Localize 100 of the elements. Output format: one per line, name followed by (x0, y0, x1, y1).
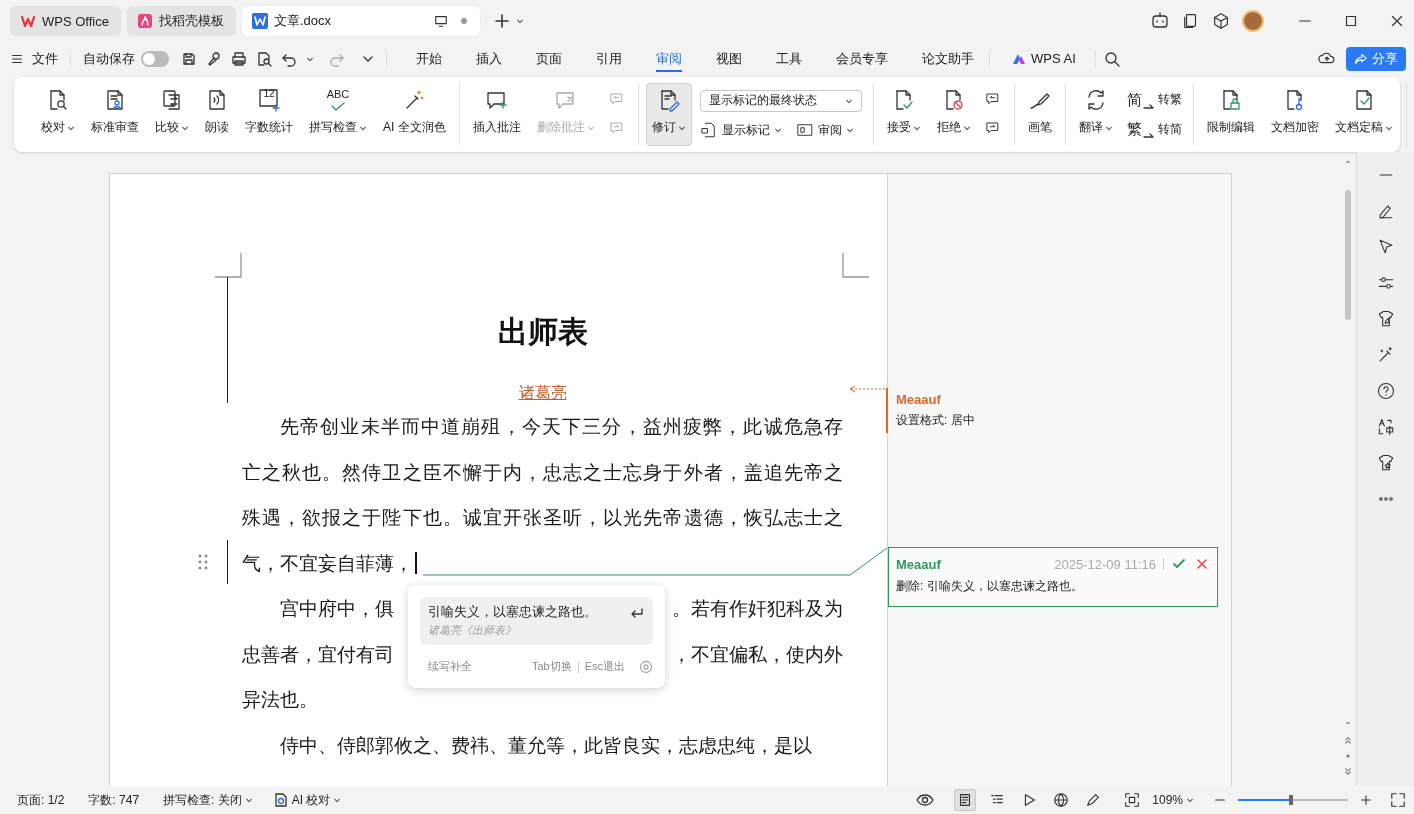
ribbon-button[interactable]: 拒绝 (930, 83, 977, 146)
ribbon-button[interactable]: 简 转繁 (1126, 90, 1182, 109)
comment-time: 2025-12-09 11:16 (1054, 556, 1156, 572)
shortcut-hint: Esc退出 (584, 659, 625, 674)
ribbon-button[interactable]: 标准审查 (85, 83, 145, 146)
avatar[interactable] (1242, 10, 1264, 32)
tab[interactable]: 文章.docx (241, 6, 480, 36)
suggestion-item[interactable]: 引喻失义，以塞忠谏之路也。 诸葛亮《出师表》 (420, 597, 653, 645)
scroll-arrow-icon[interactable] (1344, 735, 1352, 745)
comment-card[interactable]: Meaauf 设置格式: 居中 (886, 388, 1036, 433)
text-line: 先帝创业未半而中道崩殂，今天下三分，益州疲弊，此诚危急存 (280, 415, 843, 439)
autosave-label: 自动保存 (83, 49, 135, 68)
margin-mark (842, 253, 869, 278)
caret-icon (1186, 796, 1194, 804)
menu-tab[interactable]: WPS AI (996, 42, 1091, 75)
robot-icon[interactable] (1150, 11, 1170, 31)
menu-tab[interactable]: 引用 (581, 42, 637, 75)
tab[interactable]: 找稻壳模板 (126, 6, 236, 36)
leader-line (849, 385, 887, 393)
logo-icon (251, 13, 268, 29)
text-line: 忠善者，宜付有司 (242, 642, 394, 667)
word-count: 字数: 747 (88, 791, 140, 809)
tab[interactable]: WPS Office (10, 6, 121, 36)
text-line: 殊遇，欲报之于陛下也。诚宜开张圣听，以光先帝遗德，恢弘志士之 (242, 506, 843, 530)
dot-icon (459, 17, 468, 25)
share-icon (1354, 51, 1368, 66)
fullscreen-icon[interactable] (1390, 792, 1406, 808)
share-button[interactable]: 分享 (1346, 46, 1406, 71)
zoom-in-icon[interactable] (1360, 794, 1372, 806)
ai-check-icon (272, 792, 289, 808)
ribbon-button[interactable]: 插入批注 (466, 83, 527, 146)
suggestion-label: 续写补全 (428, 659, 472, 674)
icon-label: 12 (262, 88, 276, 100)
text-cursor (415, 552, 417, 575)
menu-tab[interactable]: 视图 (701, 42, 757, 75)
menu-tab[interactable]: 插入 (461, 42, 517, 75)
comment-card[interactable]: Meaauf 2025-12-09 11:16 删除: 引喻失义，以塞忠谏之路也。 (888, 547, 1218, 607)
ribbon-button[interactable]: 文档定稿 (1328, 83, 1399, 146)
text-line: 。若有作奸犯科及为 (672, 597, 843, 621)
ribbon-button[interactable]: ABC 拼写检查 (303, 83, 373, 146)
counter-icon (257, 88, 281, 112)
ribbon-button[interactable]: 翻译 (1072, 83, 1119, 146)
drag-handle-icon[interactable] (197, 553, 209, 571)
scrollbar-thumb[interactable] (1345, 190, 1351, 320)
ribbon-button[interactable]: 修订 (645, 83, 692, 146)
text-line: 宫中府中，俱 (280, 597, 394, 621)
ribbon-button[interactable]: 12 字数统计 (239, 83, 299, 146)
ribbon-button[interactable]: AI 全文润色 (377, 83, 452, 146)
print-icon[interactable] (231, 50, 247, 67)
ribbon-button[interactable]: 比较 (149, 83, 195, 146)
ribbon-button[interactable]: 校对 (35, 83, 81, 146)
text-line: 侍中、侍郎郭攸之、费祎、董允等，此皆良实，志虑忠纯，是以 (280, 733, 812, 758)
menu-tab[interactable]: 会员专享 (821, 42, 903, 75)
icon-label: ABC (326, 88, 350, 101)
text-line: 气，不宜妄自菲薄， (242, 551, 413, 576)
ribbon-button[interactable]: 朗读 (199, 83, 235, 146)
comment-author: Meaauf (896, 556, 941, 572)
comment-text: 删除: 引喻失义，以塞忠谏之路也。 (896, 578, 1084, 595)
spell-check-status[interactable]: 拼写检查: 关闭 (163, 791, 253, 809)
file-menu[interactable]: 文件 (10, 49, 58, 68)
menu-tab[interactable]: 开始 (401, 42, 457, 75)
save-icon[interactable] (181, 50, 197, 67)
markup-icon (699, 121, 718, 140)
caret-icon (333, 796, 342, 804)
ribbon-button[interactable]: 文档加密 (1264, 83, 1325, 146)
ribbon-button[interactable]: 繁 转简 (1126, 120, 1182, 139)
scroll-arrow-icon[interactable] (1344, 158, 1352, 166)
text-line: 亡之秋也。然侍卫之臣不懈于内，忠志之士忘身于外者，盖追先帝之 (242, 460, 843, 485)
menu-tab[interactable]: 论文助手 (907, 42, 989, 75)
scroll-arrow-icon[interactable] (1344, 766, 1352, 776)
ribbon-button[interactable]: 接受 (880, 83, 927, 146)
globe-icon (1053, 792, 1070, 808)
menu-tab[interactable]: 页面 (521, 42, 577, 75)
toggle-switch[interactable] (141, 50, 169, 67)
ribbon-button[interactable]: 画笔 (1021, 83, 1058, 146)
zoom-level[interactable]: 109% (1152, 793, 1194, 807)
preview-icon[interactable] (256, 50, 272, 67)
ribbon-button[interactable]: 审阅 (795, 121, 854, 140)
icon-label: 简 (1126, 90, 1142, 109)
eye-icon[interactable] (916, 791, 935, 809)
cube-icon[interactable] (1212, 12, 1230, 30)
scroll-arrow-icon[interactable] (1344, 719, 1352, 727)
search-icon[interactable] (1103, 50, 1120, 67)
menu-tab[interactable]: 工具 (761, 42, 817, 75)
ribbon-button[interactable]: 限制编辑 (1200, 83, 1261, 146)
dropdown[interactable]: 显示标记的最终状态 (699, 89, 862, 112)
document-author: 诸葛亮 (518, 384, 567, 401)
pen-icon (1085, 792, 1102, 808)
caret-icon (244, 796, 253, 804)
shortcut-hint: Tab切换 (531, 659, 572, 674)
help-icon[interactable] (1375, 381, 1396, 401)
icon-label: 繁 (1126, 120, 1142, 139)
ai-check-button[interactable]: AI 校对 (272, 791, 342, 809)
menu-tab[interactable]: 审阅 (641, 42, 697, 75)
margin-mark (215, 253, 242, 278)
add-icon[interactable] (493, 13, 510, 29)
text-line: ，不宜偏私，使内外 (672, 642, 843, 667)
fit-icon[interactable] (1124, 792, 1141, 808)
view-mode-button[interactable] (954, 789, 977, 811)
ribbon-button[interactable]: 显示标记 (699, 121, 782, 140)
